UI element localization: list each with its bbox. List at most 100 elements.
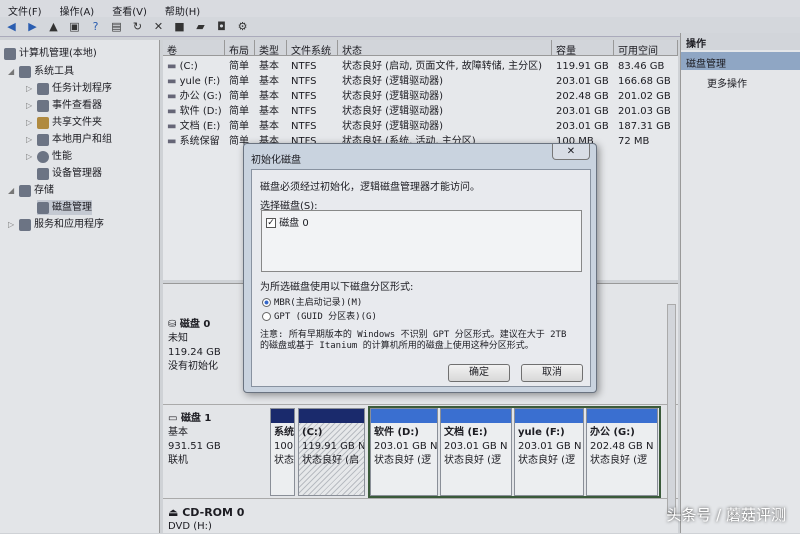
partition-status: 状态良好 (逻 <box>590 455 648 466</box>
tree-performance[interactable]: ▷ 性能 <box>26 149 72 164</box>
column-header-layout[interactable]: 布局 <box>225 40 255 57</box>
radio-unselected-icon[interactable] <box>262 312 271 321</box>
table-cell: 202.48 GB <box>556 91 609 102</box>
tree-storage[interactable]: ◢ 存储 <box>8 183 54 198</box>
partition-block[interactable]: yule (F:) 203.01 GB N 状态良好 (逻 <box>514 408 584 496</box>
delete-icon[interactable]: ✕ <box>151 19 166 34</box>
column-header-volume[interactable]: 卷 <box>163 40 225 57</box>
help-icon[interactable]: ? <box>88 19 103 34</box>
properties-icon[interactable]: ▤ <box>109 19 124 34</box>
tree-local-users[interactable]: ▷ 本地用户和组 <box>26 132 112 147</box>
partition-block[interactable]: 系统 100 状态 <box>270 408 295 496</box>
menu-action[interactable]: 操作(A) <box>60 3 95 18</box>
volume-name: 系统保留 <box>179 136 220 147</box>
column-header-capacity[interactable]: 容量 <box>552 40 614 57</box>
forward-icon[interactable]: ▶ <box>25 19 40 34</box>
column-header-free-space[interactable]: 可用空间 <box>614 40 678 57</box>
table-row[interactable]: ▬ 办公 (G:) 简单 基本 NTFS 状态良好 (逻辑驱动器) 202.48 GB 20… <box>163 89 678 104</box>
column-header-filesystem[interactable]: 文件系统 <box>287 40 338 57</box>
column-header-status[interactable]: 状态 <box>338 40 552 57</box>
tree-label: 事件查看器 <box>52 100 102 111</box>
cdrom-label[interactable]: ⏏ CD-ROM 0 DVD (H:) <box>168 506 268 534</box>
table-row[interactable]: ▬ 文档 (E:) 简单 基本 NTFS 状态良好 (逻辑驱动器) 203.01 GB 18… <box>163 119 678 134</box>
volume-icon: ▬ <box>167 91 180 102</box>
radio-selected-icon[interactable] <box>262 298 271 307</box>
rescan-icon[interactable]: ◘ <box>214 19 229 34</box>
table-row[interactable]: ▬ (C:) 简单 基本 NTFS 状态良好 (启动, 页面文件, 故障转储, 主分区)… <box>163 59 678 74</box>
partition-status: 状态良好 (逻 <box>374 455 432 466</box>
more-actions-link[interactable]: 更多操作 <box>681 70 800 95</box>
expand-arrow-icon[interactable]: ◢ <box>8 64 16 79</box>
actions-section-disk-management[interactable]: 磁盘管理 <box>681 52 800 70</box>
radio-gpt[interactable]: GPT (GUID 分区表)(G) <box>262 309 377 322</box>
disk-1-label[interactable]: ▭ 磁盘 1 基本 931.51 GB 联机 <box>168 412 268 468</box>
checkbox-checked-icon[interactable]: ✓ <box>266 218 276 228</box>
new-icon[interactable]: ■ <box>172 19 187 34</box>
expand-arrow-icon[interactable]: ▷ <box>26 149 34 164</box>
table-cell: 简单 <box>229 106 249 117</box>
clock-icon <box>37 82 49 95</box>
partition-status: 状态 <box>274 455 294 466</box>
tree-label: 设备管理器 <box>52 168 102 179</box>
menu-file[interactable]: 文件(F) <box>8 3 42 18</box>
disk-size: 931.51 GB <box>168 441 221 452</box>
expand-arrow-icon[interactable]: ▷ <box>8 217 16 232</box>
tree-device-manager[interactable]: 设备管理器 <box>37 166 102 181</box>
menu-view[interactable]: 查看(V) <box>112 3 147 18</box>
partition-type-bar <box>271 409 294 423</box>
table-row[interactable]: ▬ yule (F:) 简单 基本 NTFS 状态良好 (逻辑驱动器) 203.01 GB… <box>163 74 678 89</box>
tree-label: 服务和应用程序 <box>34 219 104 230</box>
disk-name: ▭ 磁盘 1 <box>168 413 212 424</box>
expand-arrow-icon[interactable]: ▷ <box>26 98 34 113</box>
expand-arrow-icon[interactable]: ▷ <box>26 115 34 130</box>
expand-arrow-icon[interactable]: ▷ <box>26 132 34 147</box>
table-cell: 状态良好 (逻辑驱动器) <box>342 106 443 117</box>
tree-disk-management[interactable]: 磁盘管理 <box>37 200 92 215</box>
expand-arrow-icon[interactable]: ◢ <box>8 183 16 198</box>
table-row[interactable]: ▬ 软件 (D:) 简单 基本 NTFS 状态良好 (逻辑驱动器) 203.01 GB 20… <box>163 104 678 119</box>
back-icon[interactable]: ◀ <box>4 19 19 34</box>
volume-icon: ▬ <box>167 61 180 72</box>
tree-event-viewer[interactable]: ▷ 事件查看器 <box>26 98 102 113</box>
tree-services[interactable]: ▷ 服务和应用程序 <box>8 217 104 232</box>
disk-type: DVD (H:) <box>168 521 212 532</box>
menu-bar: 文件(F) 操作(A) 查看(V) 帮助(H) <box>0 0 800 18</box>
radio-mbr[interactable]: MBR(主启动记录)(M) <box>262 295 362 308</box>
column-header-type[interactable]: 类型 <box>255 40 287 57</box>
cancel-button[interactable]: 取消 <box>521 364 583 382</box>
table-cell: NTFS <box>291 121 317 132</box>
partition-block[interactable]: (C:) 119.91 GB N 状态良好 (启 <box>298 408 365 496</box>
tree-root[interactable]: 计算机管理(本地) <box>4 46 97 61</box>
show-hide-tree-icon[interactable]: ▣ <box>67 19 82 34</box>
settings-icon[interactable]: ⚙ <box>235 19 250 34</box>
partition-block[interactable]: 文档 (E:) 203.01 GB N 状态良好 (逻 <box>440 408 512 496</box>
volume-name: 软件 (D:) <box>179 106 222 117</box>
folder-icon <box>37 116 49 129</box>
table-cell: 201.02 GB <box>618 91 671 102</box>
storage-icon <box>19 184 31 197</box>
up-icon[interactable]: ▲ <box>46 19 61 34</box>
table-cell: 状态良好 (逻辑驱动器) <box>342 76 443 87</box>
refresh-icon[interactable]: ↻ <box>130 19 145 34</box>
event-icon <box>37 99 49 112</box>
disk-icon: ▭ <box>168 413 181 424</box>
menu-help[interactable]: 帮助(H) <box>165 3 200 18</box>
disk-item-label: 磁盘 0 <box>279 218 309 229</box>
users-icon <box>37 133 49 146</box>
close-button[interactable]: ✕ <box>552 144 590 160</box>
tree-system-tools[interactable]: ◢ 系统工具 <box>8 64 74 79</box>
scrollbar[interactable] <box>667 304 676 514</box>
close-icon: ✕ <box>566 146 576 157</box>
partition-block[interactable]: 办公 (G:) 202.48 GB N 状态良好 (逻 <box>586 408 658 496</box>
ok-button[interactable]: 确定 <box>448 364 510 382</box>
table-cell: ▬ 软件 (D:) <box>163 104 225 119</box>
disk-list-item[interactable]: ✓ 磁盘 0 <box>262 211 581 232</box>
open-icon[interactable]: ▰ <box>193 19 208 34</box>
partition-block[interactable]: 软件 (D:) 203.01 GB N 状态良好 (逻 <box>370 408 438 496</box>
expand-arrow-icon[interactable]: ▷ <box>26 81 34 96</box>
tree-task-scheduler[interactable]: ▷ 任务计划程序 <box>26 81 112 96</box>
partition-type-bar <box>299 409 364 423</box>
disk-icon <box>37 201 49 214</box>
table-cell: 187.31 GB <box>618 121 671 132</box>
tree-shared-folders[interactable]: ▷ 共享文件夹 <box>26 115 102 130</box>
